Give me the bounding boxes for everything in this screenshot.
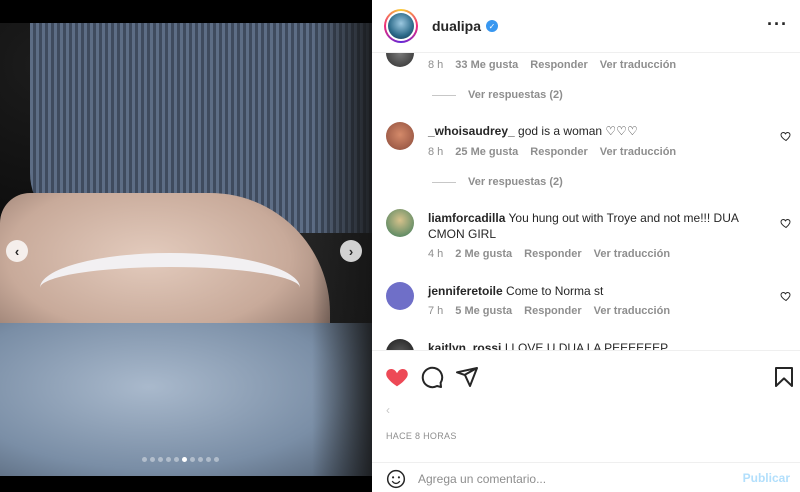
share-icon[interactable] bbox=[455, 365, 479, 389]
comment-body: liamforcadilla You hung out with Troye a… bbox=[428, 211, 739, 241]
comment-avatar[interactable] bbox=[386, 53, 414, 67]
carousel-dot bbox=[190, 457, 195, 462]
save-icon[interactable] bbox=[772, 365, 796, 389]
add-comment-bar: Publicar bbox=[372, 462, 800, 492]
likes-count[interactable]: 25 Me gusta bbox=[455, 146, 518, 158]
post-media: ‹ › bbox=[0, 0, 372, 492]
carousel-dot bbox=[150, 457, 155, 462]
post-photo[interactable] bbox=[0, 23, 372, 476]
comment-avatar[interactable] bbox=[386, 122, 414, 150]
comment-username[interactable]: jenniferetoile bbox=[428, 284, 503, 298]
comment-meta: 4 h 2 Me gusta Responder Ver traducción bbox=[428, 248, 671, 260]
comment-username[interactable]: _whoisaudrey_ bbox=[428, 124, 515, 138]
comment-meta: 8 h 25 Me gusta Responder Ver traducción bbox=[428, 146, 677, 158]
likes-count[interactable]: 33 Me gusta bbox=[455, 59, 518, 71]
publish-button[interactable]: Publicar bbox=[743, 471, 790, 485]
carousel-next-button[interactable]: › bbox=[340, 240, 362, 262]
carousel-dot bbox=[198, 457, 203, 462]
carousel-dot bbox=[174, 457, 179, 462]
carousel-indicator bbox=[142, 457, 219, 462]
comment-avatar[interactable] bbox=[386, 282, 414, 310]
chevron-right-icon: › bbox=[348, 243, 354, 259]
heart-icon[interactable] bbox=[385, 365, 409, 389]
carousel-dot bbox=[182, 457, 187, 462]
avatar[interactable] bbox=[384, 9, 418, 43]
carousel-prev-button[interactable]: ‹ bbox=[6, 240, 28, 262]
comment-meta: 7 h 5 Me gusta Responder Ver traducción bbox=[428, 305, 671, 317]
translate-button[interactable]: Ver traducción bbox=[600, 146, 676, 158]
comment-meta: 8 h 33 Me gusta Responder Ver traducción bbox=[428, 59, 677, 71]
post-username[interactable]: dualipa bbox=[432, 18, 481, 34]
comment-like-icon[interactable] bbox=[780, 289, 792, 302]
translate-button[interactable]: Ver traducción bbox=[594, 305, 670, 317]
carousel-dot bbox=[214, 457, 219, 462]
view-replies-button[interactable]: Ver respuestas (2) bbox=[432, 176, 563, 188]
more-options-icon[interactable]: ··· bbox=[767, 14, 788, 35]
reply-button[interactable]: Responder bbox=[524, 248, 581, 260]
reply-button[interactable]: Responder bbox=[530, 146, 587, 158]
view-replies-button[interactable]: Ver respuestas (2) bbox=[432, 89, 563, 101]
carousel-dot bbox=[142, 457, 147, 462]
comment-avatar[interactable] bbox=[386, 339, 414, 350]
chevron-left-icon: ‹ bbox=[386, 403, 390, 417]
emoji-icon[interactable] bbox=[386, 469, 406, 489]
comment-body: jenniferetoile Come to Norma st bbox=[428, 284, 604, 298]
comment-like-icon[interactable] bbox=[780, 216, 792, 229]
post-timestamp: HACE 8 HORAS bbox=[386, 431, 457, 441]
translate-button[interactable]: Ver traducción bbox=[600, 59, 676, 71]
comment-body: _whoisaudrey_ god is a woman ♡♡♡ bbox=[428, 124, 638, 138]
likes-count[interactable]: 2 Me gusta bbox=[455, 248, 512, 260]
comment-like-icon[interactable] bbox=[780, 129, 792, 142]
reply-button[interactable]: Responder bbox=[524, 305, 581, 317]
comment-avatar[interactable] bbox=[386, 209, 414, 237]
likes-count[interactable]: 5 Me gusta bbox=[455, 305, 512, 317]
post-header: dualipa ✓ ··· bbox=[372, 0, 800, 53]
comment-icon[interactable] bbox=[420, 365, 444, 389]
comment-input[interactable] bbox=[418, 469, 718, 489]
comments-list[interactable]: 8 h 33 Me gusta Responder Ver traducción… bbox=[372, 53, 800, 350]
comment-username[interactable]: kaitlyn_rossi bbox=[428, 341, 501, 350]
post-actions: ‹ HACE 8 HORAS bbox=[372, 350, 800, 462]
carousel-dot bbox=[206, 457, 211, 462]
comment-body: kaitlyn_rossi I LOVE U DUA LA PEEEEEEP bbox=[428, 340, 748, 350]
carousel-dot bbox=[166, 457, 171, 462]
comment-username[interactable]: liamforcadilla bbox=[428, 211, 505, 225]
reply-button[interactable]: Responder bbox=[530, 59, 587, 71]
translate-button[interactable]: Ver traducción bbox=[594, 248, 670, 260]
post-panel: dualipa ✓ ··· 8 h 33 Me gusta Responder … bbox=[372, 0, 800, 492]
chevron-left-icon: ‹ bbox=[14, 243, 20, 259]
carousel-dot bbox=[158, 457, 163, 462]
verified-badge-icon: ✓ bbox=[486, 20, 499, 32]
